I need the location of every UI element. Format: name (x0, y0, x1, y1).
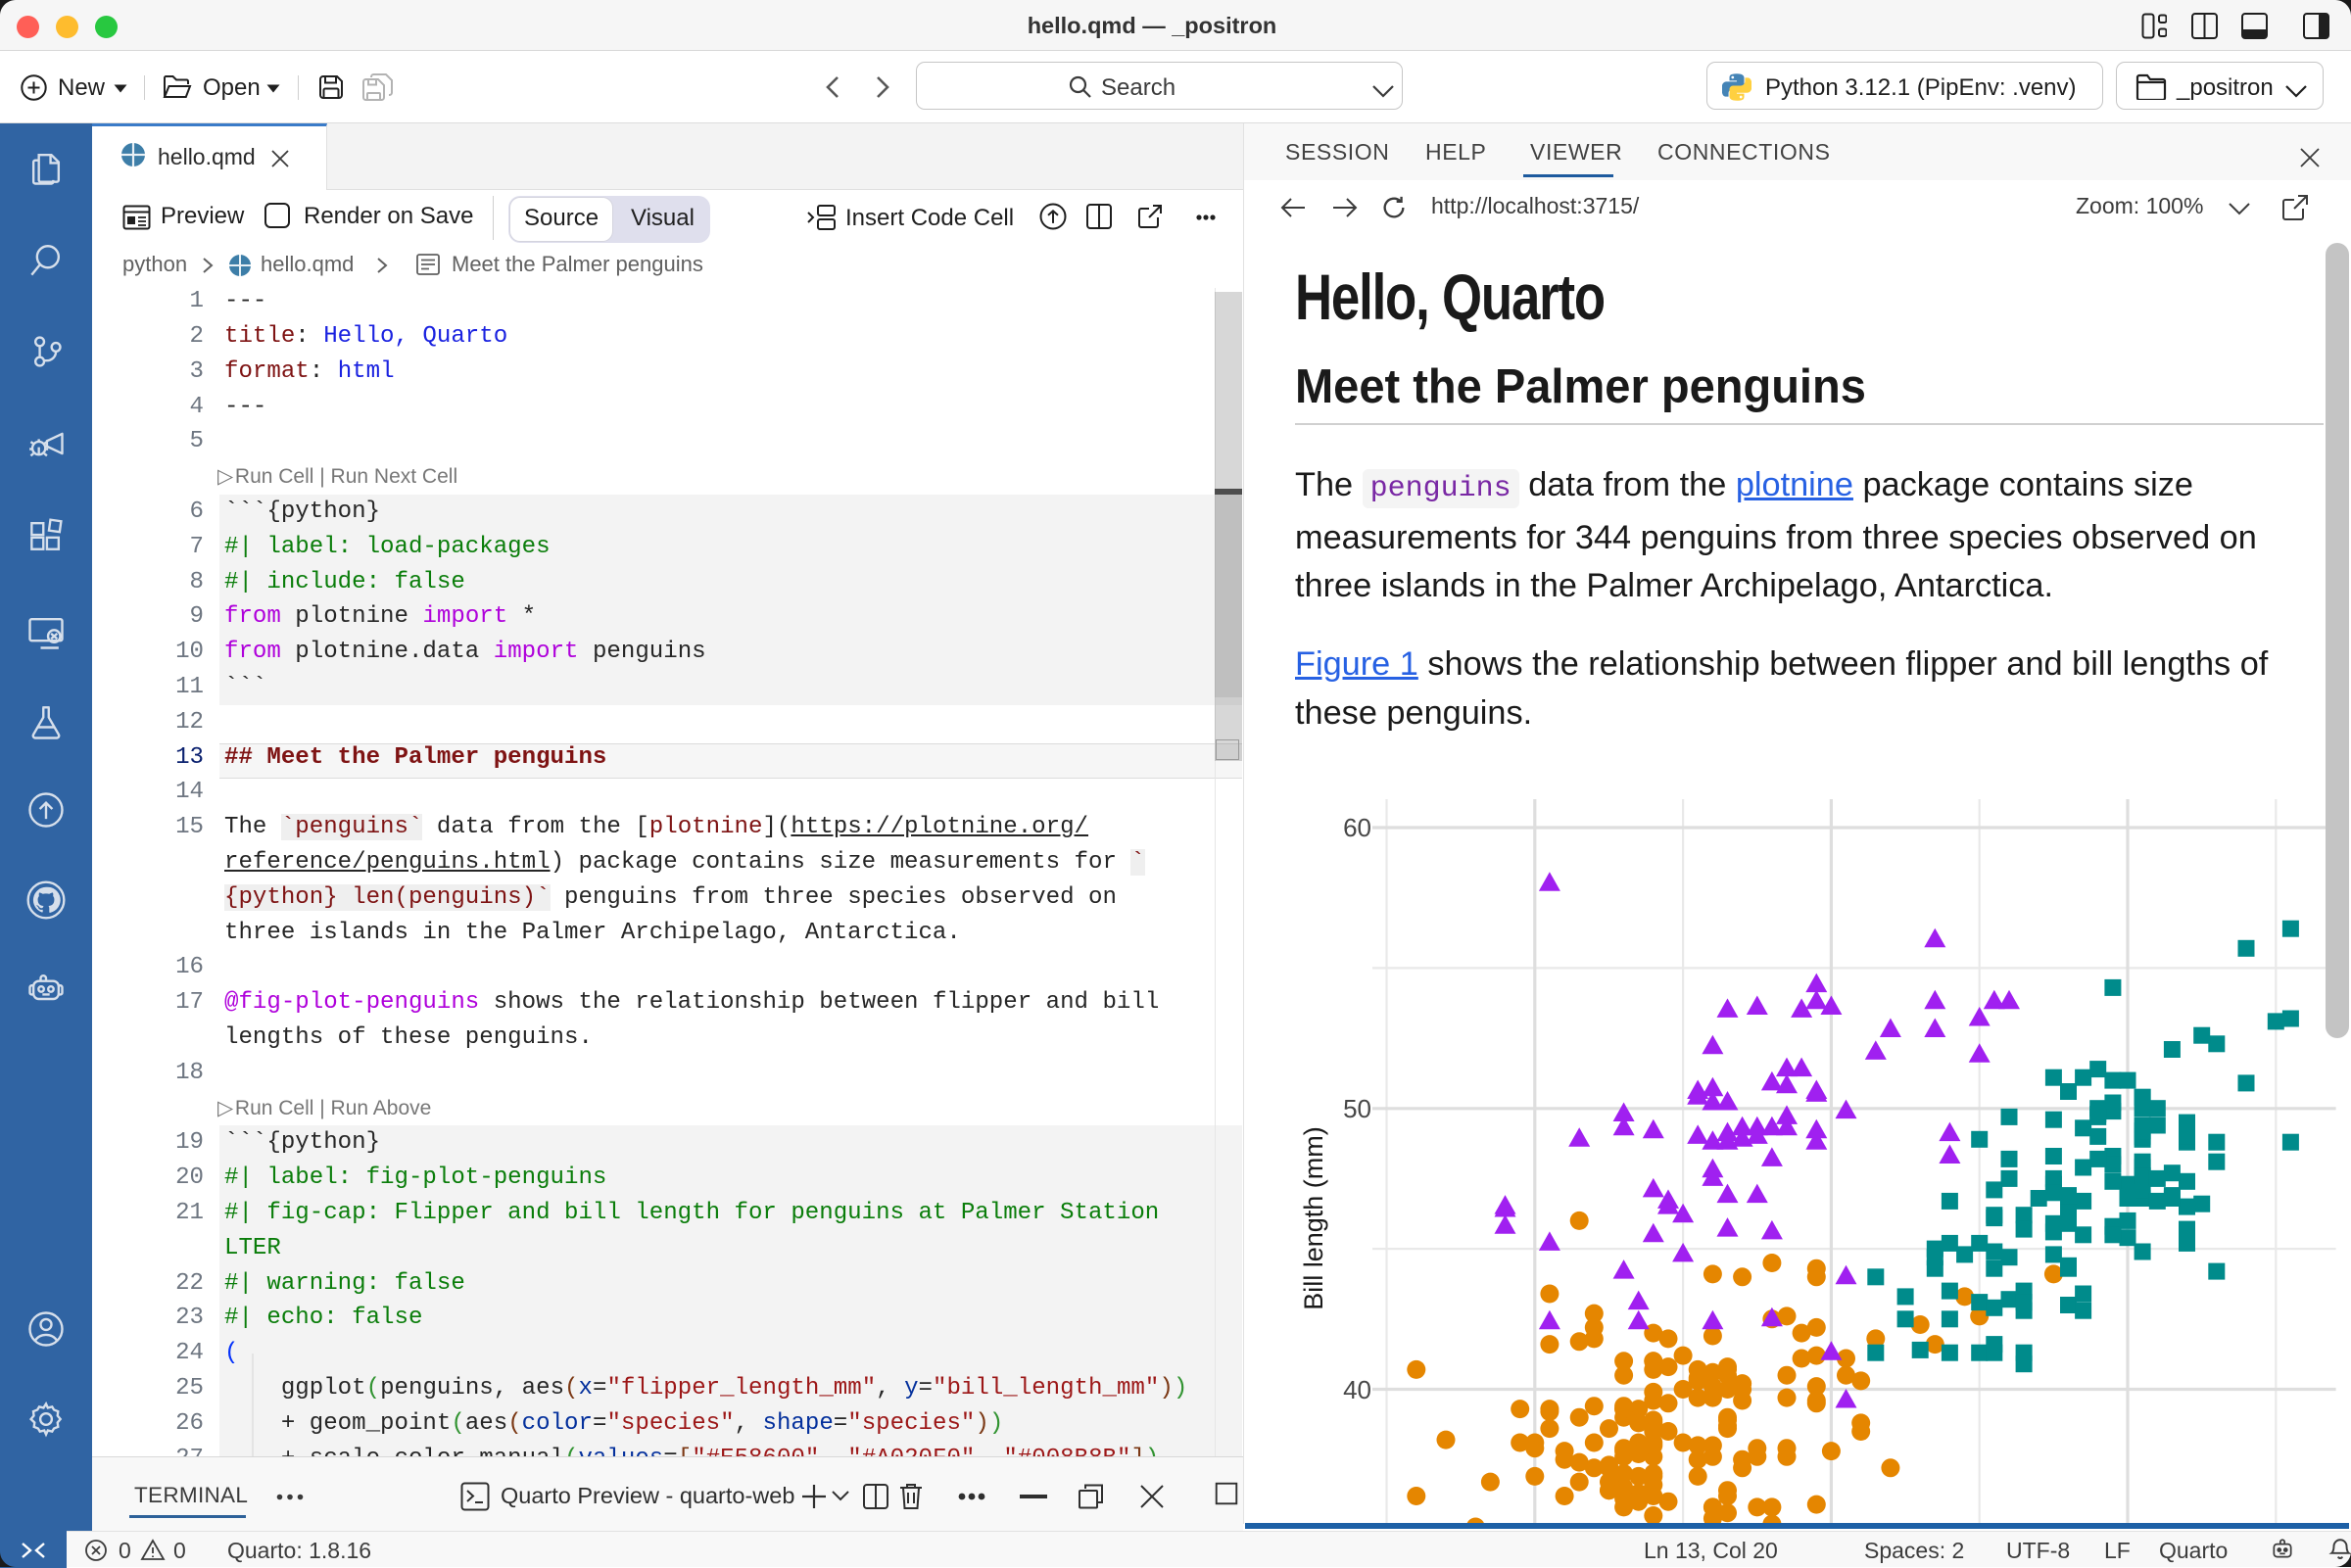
svg-text:50: 50 (1343, 1094, 1371, 1123)
svg-text:Bill length (mm): Bill length (mm) (1299, 1126, 1328, 1310)
svg-text:60: 60 (1343, 813, 1371, 842)
svg-text:40: 40 (1343, 1375, 1371, 1404)
